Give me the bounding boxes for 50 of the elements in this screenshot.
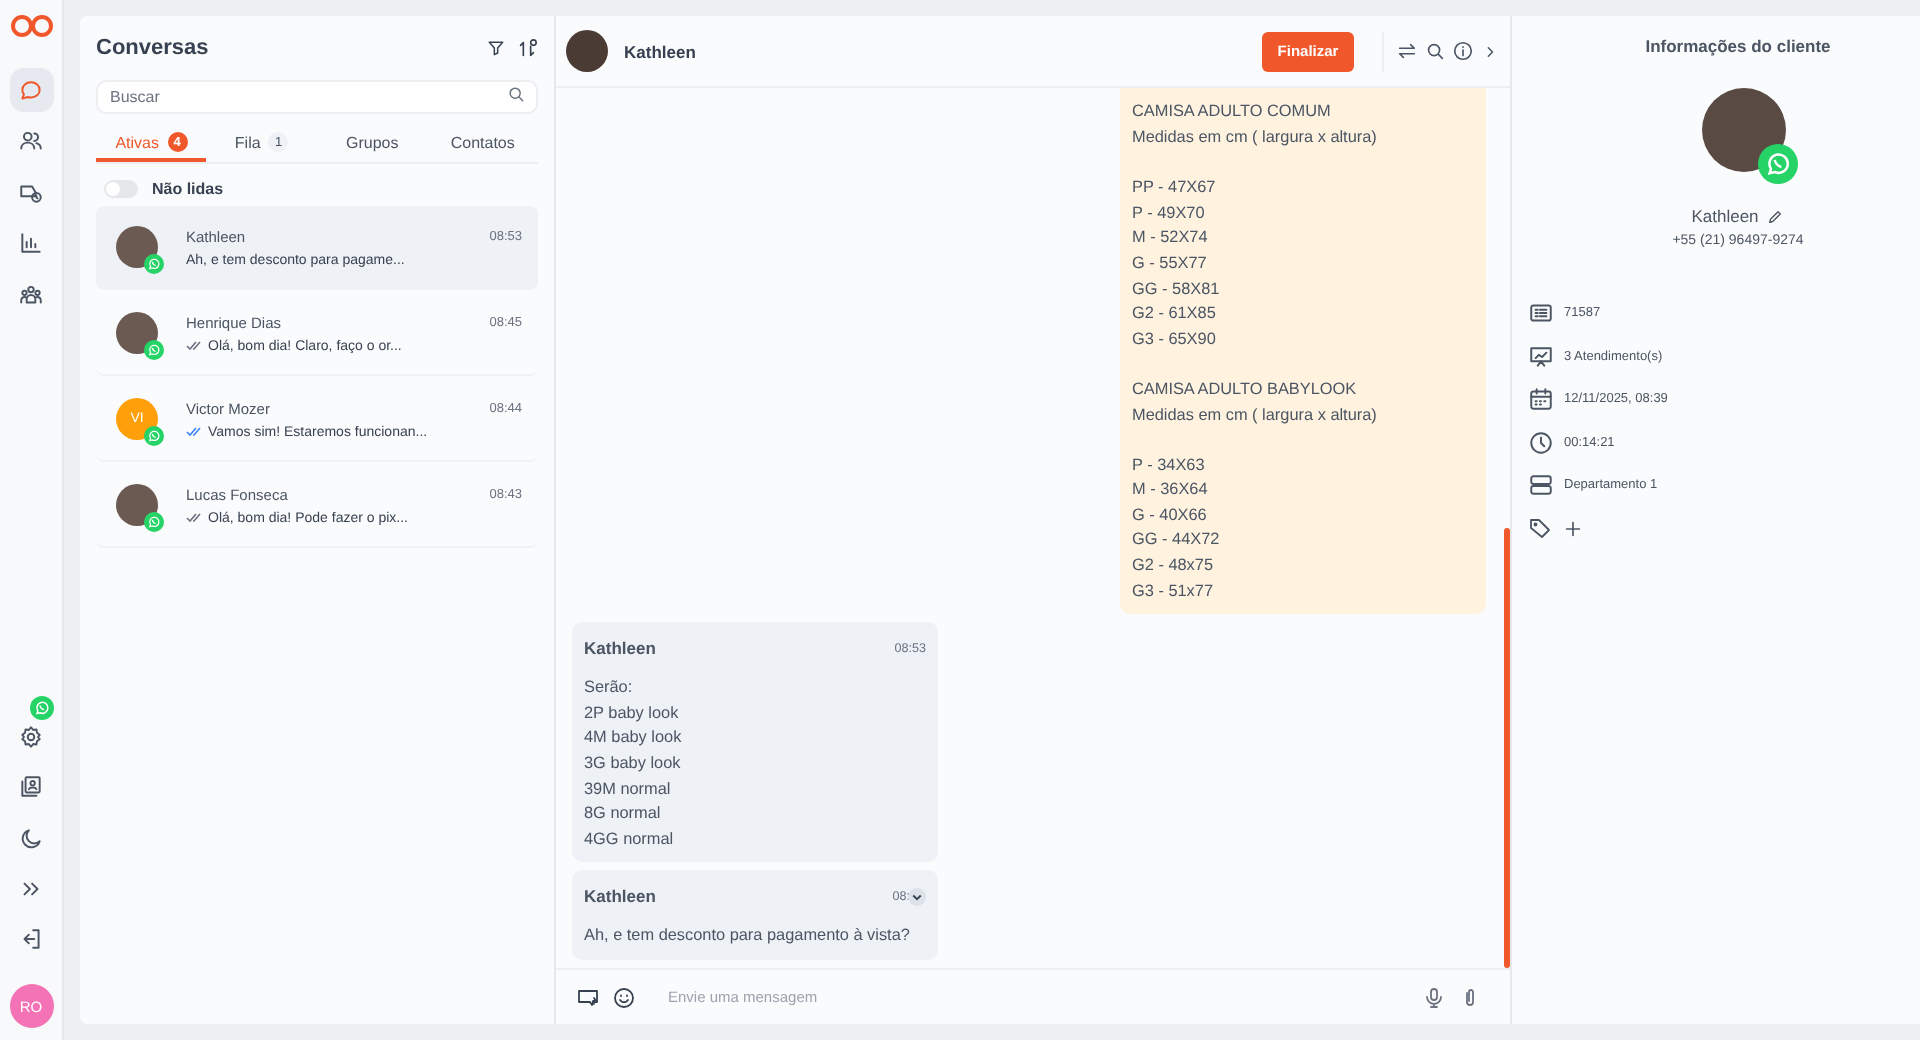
toggle-switch[interactable] [104,180,138,198]
tag-icon [1528,516,1552,541]
whatsapp-badge-icon [144,512,164,532]
microphone-icon [1422,985,1446,1009]
sort-icon [516,37,538,59]
whatsapp-badge-icon [144,426,164,446]
people-icon [18,128,44,154]
sender-name: Kathleen [584,638,656,659]
gear-icon [18,724,44,751]
moon-icon [18,825,44,852]
tab[interactable]: Contatos [427,126,538,162]
search-icon [506,83,526,103]
search-field[interactable]: Buscar [96,80,538,114]
filter-icon [486,37,506,57]
chat-bubble-icon [18,77,44,103]
presentation-icon [1528,343,1554,370]
whatsapp-badge-icon [144,254,164,274]
bar-chart-icon [18,230,44,256]
contact-book-icon [18,774,44,801]
contact-name: Kathleen [1691,206,1759,226]
panel-title: Informações do cliente [1643,36,1833,56]
calendar-icon [1528,386,1554,413]
tab[interactable]: Grupos [317,126,428,162]
logout-icon [18,926,44,953]
message-text: Serão: 2P baby look 4M baby look 3G baby look 39M normal 8G normal 4GG normal [584,676,684,852]
server-stack-icon [1528,472,1554,499]
clock-icon [1528,429,1554,456]
message-text: CAMISA ADULTO COMUM Medidas em cm ( largura x altura) PP - 47X67 P - 49X70 M - 52X74 G - 55X77 GG - 58X81 G2 - 61X85 G3 - 65X90 CAMISA ADULTO BABYLOOK Medidas em cm ( largura x altura) P - 34X63 M - 36X64 G - 40X66 GG - 44X72 G2 - 48x75 G3 - 51x77 [1132,100,1379,604]
nav-item[interactable] [9,68,53,112]
transfer-icon [1396,40,1418,62]
quick-reply-icon [576,985,600,1009]
logo-icon [9,12,53,40]
emoji-icon [612,985,636,1009]
info-icon [1452,40,1474,62]
plus-icon [1562,517,1584,540]
whatsapp-badge-icon [1758,144,1798,184]
scrollbar-thumb[interactable] [1504,528,1510,968]
search-icon [1424,40,1446,62]
list-card-icon [1528,300,1554,327]
chevron-down-icon[interactable] [908,887,926,906]
panel-title: Conversas [96,36,209,60]
avatar-photo [566,30,608,72]
group-icon [18,281,44,307]
pencil-icon [1766,207,1785,225]
whatsapp-icon [29,695,53,720]
message-text: Ah, e tem desconto para pagamento à vista? [584,924,912,949]
contact-name: Kathleen [624,41,698,61]
whatsapp-badge-icon [144,340,164,360]
sender-name: Kathleen [584,886,656,907]
toggle-label: Não lidas [152,180,224,198]
